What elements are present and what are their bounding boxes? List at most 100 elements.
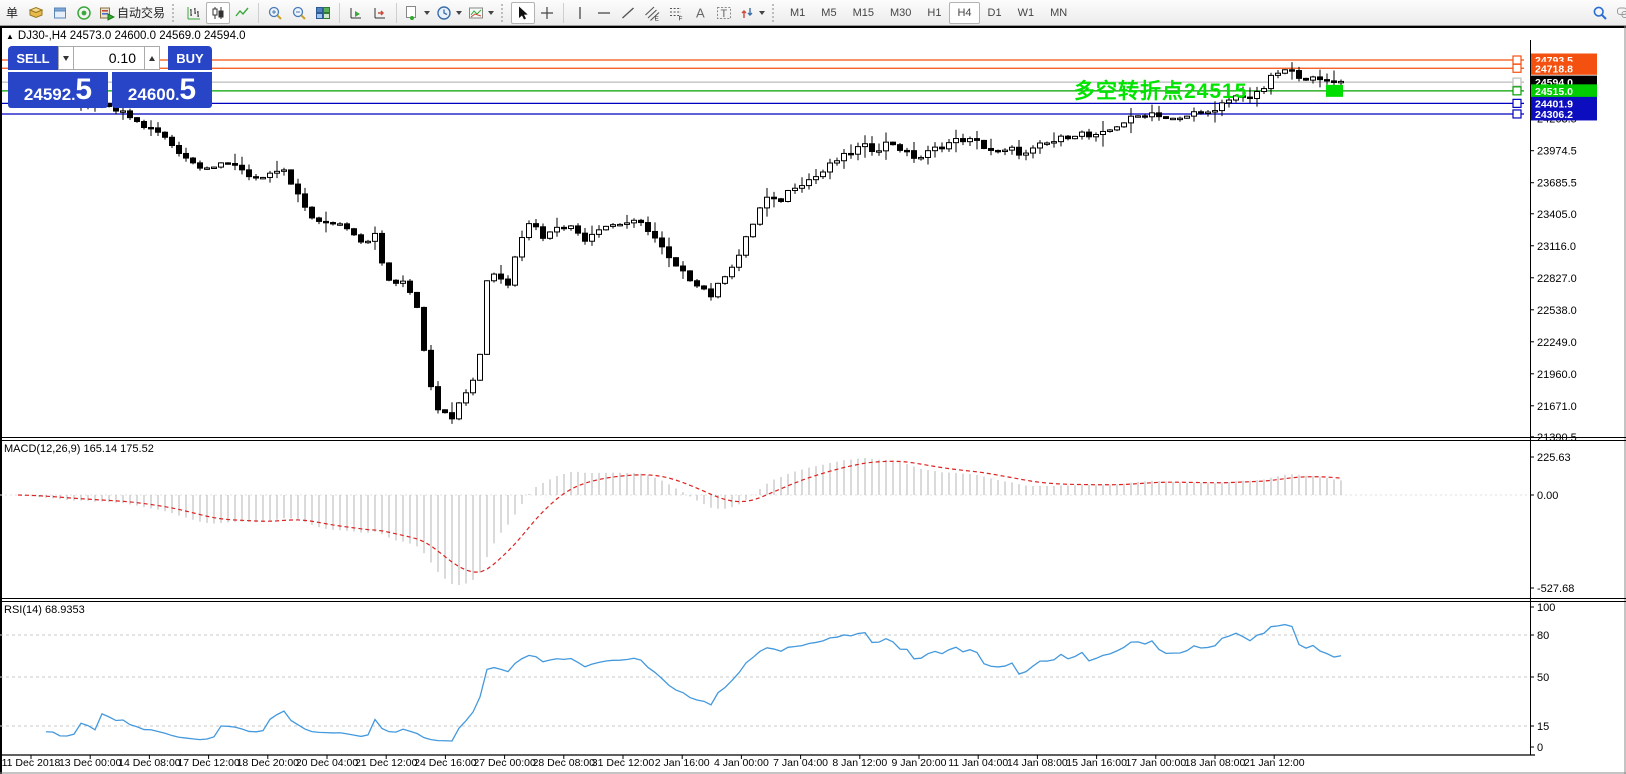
timeframe-mn-button[interactable]: MN [1042,2,1075,24]
collapse-arrow-icon[interactable]: ▲ [6,32,14,41]
svg-text:15 Jan 16:00: 15 Jan 16:00 [1066,757,1127,769]
order-book-button[interactable] [24,2,48,24]
chart-shift-button[interactable] [368,2,392,24]
data-window-button[interactable] [48,2,72,24]
buy-button[interactable]: BUY [168,46,212,70]
timeframe-d1-button[interactable]: D1 [980,2,1010,24]
new-order-label: 单 [6,4,18,21]
svg-text:27 Dec 00:00: 27 Dec 00:00 [473,757,536,769]
window-icon [52,5,68,21]
trendline-icon [620,5,636,21]
svg-text:21960.0: 21960.0 [1537,369,1577,381]
svg-text:50: 50 [1537,672,1549,684]
fibonacci-button[interactable]: F [664,2,688,24]
timeframe-w1-button[interactable]: W1 [1010,2,1043,24]
svg-text:14 Jan 08:00: 14 Jan 08:00 [1007,757,1068,769]
vertical-line-button[interactable] [568,2,592,24]
signal-service-button[interactable] [72,2,96,24]
new-chart-button[interactable] [401,2,433,24]
svg-text:2 Jan 16:00: 2 Jan 16:00 [655,757,710,769]
arrows-icon [739,5,755,21]
sell-price-int: 24592 [24,85,71,105]
autotrading-button[interactable]: 自动交易 [96,2,168,24]
arrows-button[interactable] [736,2,768,24]
svg-text:18 Dec 20:00: 18 Dec 20:00 [237,757,300,769]
crosshair-button[interactable] [535,2,559,24]
svg-text:28 Dec 08:00: 28 Dec 08:00 [533,757,596,769]
zoom-out-button[interactable] [287,2,311,24]
svg-text:23974.5: 23974.5 [1537,146,1577,158]
chart-title-text: DJ30-,H4 24573.0 24600.0 24569.0 24594.0 [18,30,246,42]
templates-button[interactable] [465,2,497,24]
new-order-button[interactable]: 单 [0,2,24,24]
svg-text:21 Jan 12:00: 21 Jan 12:00 [1244,757,1305,769]
rsi-header: RSI(14) 68.9353 [4,604,85,616]
periods-button[interactable] [433,2,465,24]
timeframe-m30-button[interactable]: M30 [882,2,919,24]
trendline-button[interactable] [616,2,640,24]
svg-text:24718.8: 24718.8 [1535,63,1573,75]
zoom-in-icon [267,5,283,21]
bar-chart-button[interactable] [182,2,206,24]
tile-windows-button[interactable] [311,2,335,24]
timeframe-h4-button[interactable]: H4 [949,2,979,24]
triangle-up-icon [149,56,155,61]
volume-input[interactable] [74,46,144,70]
toolbar-separator [563,3,564,23]
annotation-text[interactable]: 多空转折点24515 [1074,75,1247,105]
sell-price-display[interactable]: 24592 . 5 [8,72,108,108]
text-label-icon: T [716,5,732,21]
svg-text:A: A [696,5,705,20]
toolbar-gripper [172,4,178,22]
equidistant-channel-button[interactable]: E [640,2,664,24]
auto-scroll-icon [348,5,364,21]
toolbar-separator [258,3,259,23]
svg-text:80: 80 [1537,630,1549,642]
autotrading-label: 自动交易 [117,4,165,21]
auto-scroll-button[interactable] [344,2,368,24]
new-chart-icon [404,5,420,21]
svg-text:22249.0: 22249.0 [1537,337,1577,349]
svg-text:15: 15 [1537,721,1549,733]
vertical-line-icon [572,5,588,21]
svg-text:100: 100 [1537,602,1555,614]
price-badges: 24793.524718.824594.024515.024401.924306… [1531,54,1597,121]
chat-button[interactable] [1612,2,1626,24]
svg-text:-527.68: -527.68 [1537,583,1574,595]
timeframe-m15-button[interactable]: M15 [845,2,882,24]
autotrading-icon [99,5,115,21]
text-icon: A [692,5,708,21]
timeframe-h1-button[interactable]: H1 [919,2,949,24]
svg-text:24515.0: 24515.0 [1535,86,1573,98]
text-button[interactable]: A [688,2,712,24]
timeframe-m1-button[interactable]: M1 [782,2,813,24]
sell-price-dec: 5 [75,75,92,105]
timeframe-m5-button[interactable]: M5 [813,2,844,24]
svg-text:22827.0: 22827.0 [1537,273,1577,285]
cursor-icon [515,5,531,21]
toolbar-gripper [501,4,507,22]
cursor-button[interactable] [511,2,535,24]
candlestick-chart-button[interactable] [206,2,230,24]
line-chart-button[interactable] [230,2,254,24]
text-label-button[interactable]: T [712,2,736,24]
horizontal-line-button[interactable] [592,2,616,24]
search-icon [1592,5,1608,21]
clock-icon [436,5,452,21]
buy-price-display[interactable]: 24600 . 5 [112,72,212,108]
volume-decrease-button[interactable] [58,46,74,70]
triangle-down-icon [63,56,69,61]
chat-icon [1616,5,1626,21]
chart-title: ▲ DJ30-,H4 24573.0 24600.0 24569.0 24594.… [6,30,246,42]
chart-canvas[interactable]: 24263.523974.523685.523405.023116.022827… [0,26,1626,774]
sell-button[interactable]: SELL [8,46,58,70]
zoom-in-button[interactable] [263,2,287,24]
svg-text:22538.0: 22538.0 [1537,305,1577,317]
volume-increase-button[interactable] [144,46,160,70]
search-button[interactable] [1588,2,1612,24]
svg-text:21671.0: 21671.0 [1537,401,1577,413]
toolbar-separator [339,3,340,23]
svg-text:13 Dec 00:00: 13 Dec 00:00 [59,757,122,769]
svg-text:11 Dec 2018: 11 Dec 2018 [2,757,61,769]
svg-text:0.00: 0.00 [1537,490,1558,502]
